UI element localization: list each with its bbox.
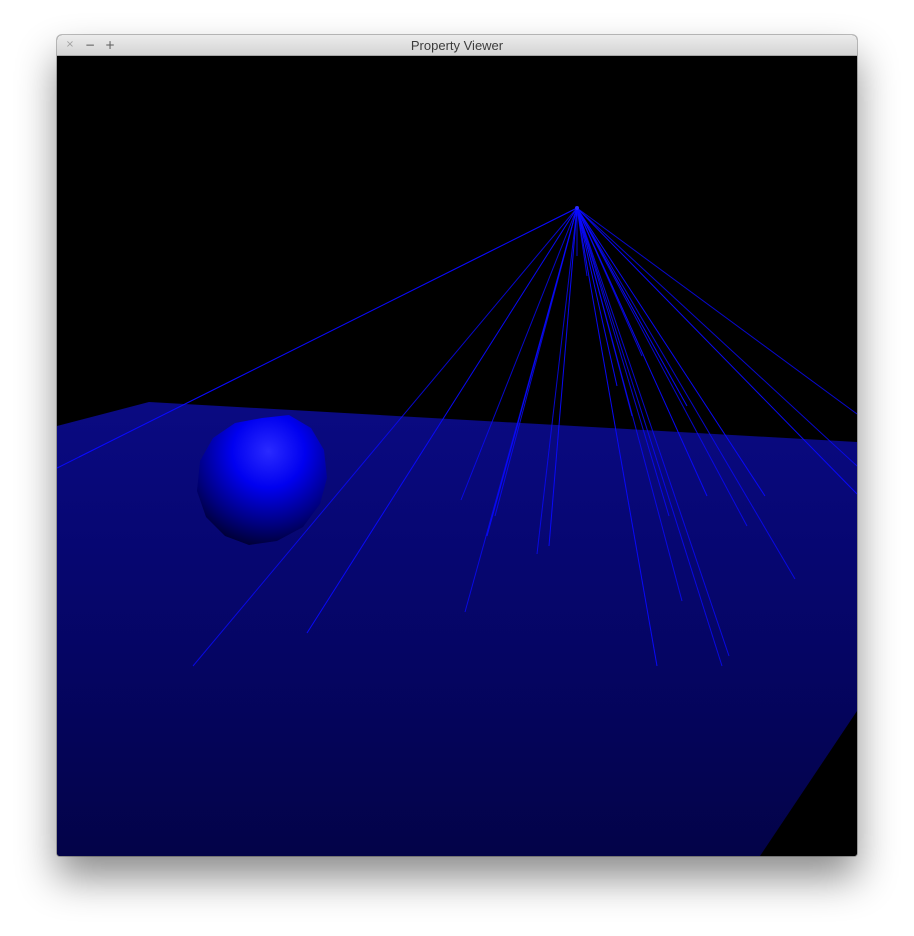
title-bar[interactable]: × − + Property Viewer — [57, 35, 857, 56]
ground-plane — [57, 402, 857, 856]
window-title: Property Viewer — [410, 38, 504, 53]
scene-canvas[interactable] — [57, 56, 857, 856]
light-source-point — [575, 206, 579, 210]
3d-viewport[interactable] — [57, 56, 857, 856]
app-window: × − + Property Viewer — [57, 35, 857, 856]
